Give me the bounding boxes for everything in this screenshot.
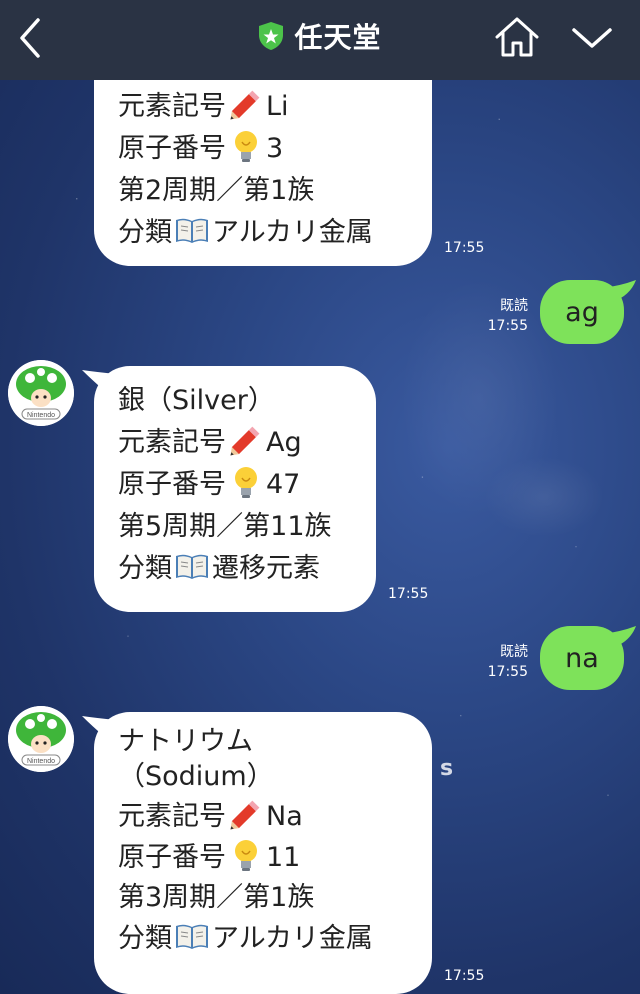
chat-title: 任天堂 xyxy=(294,21,382,54)
message-line: 分類 アルカリ金属 xyxy=(118,212,408,254)
read-receipt: 既読 17:55 xyxy=(487,298,528,334)
avatar[interactable]: Nintendo xyxy=(8,360,74,426)
menu-toggle-button[interactable] xyxy=(570,24,614,54)
message-line: 分類 遷移元素 xyxy=(118,548,352,590)
bubble-tail xyxy=(82,716,116,738)
message-line: 分類 アルカリ金属 xyxy=(118,918,408,959)
bubble-tail xyxy=(82,370,116,392)
message-line: 元素記号 Na xyxy=(118,796,408,837)
pencil-icon xyxy=(230,800,260,830)
message-line: ナトリウム xyxy=(118,726,253,757)
message-line: 第2周期／第1族 xyxy=(118,175,315,206)
avatar[interactable]: Nintendo xyxy=(8,706,74,772)
home-icon xyxy=(495,17,539,57)
lightbulb-icon xyxy=(235,131,257,162)
message-bubble-incoming[interactable]: 銀（Silver） 元素記号 Ag 原子番号 47 第5周期／第11族 分類 遷移元素 xyxy=(82,366,376,612)
message-time: 17:55 xyxy=(444,240,485,256)
message-line: 原子番号 3 xyxy=(118,128,408,170)
message-bubble-incoming[interactable]: 元素記号 Li 原子番号 3 第2周期／第1族 分類 アルカリ金属 xyxy=(94,80,432,266)
message-bubble-incoming[interactable]: ナトリウム （Sodium） 元素記号 Na 原子番号 11 第3周期／第1族 分類… xyxy=(82,712,432,994)
message-line: 元素記号 Li xyxy=(118,86,408,128)
avatar-label: Nintendo xyxy=(27,412,55,419)
message-line: 原子番号 11 xyxy=(118,837,408,878)
message-bubble-outgoing[interactable]: na xyxy=(540,626,636,690)
message-line: 元素記号 Ag xyxy=(118,422,352,464)
message-time: 17:55 xyxy=(444,968,485,984)
message-bubble-outgoing[interactable]: ag xyxy=(540,280,636,344)
pencil-icon xyxy=(230,426,260,456)
bubble-tail xyxy=(602,280,636,302)
read-receipt: 既読 17:55 xyxy=(487,644,528,680)
message-line: 第3周期／第1族 xyxy=(118,882,315,913)
green-shield-star-icon xyxy=(259,22,284,50)
toad-avatar-icon: Nintendo xyxy=(8,706,74,772)
message-text: ag xyxy=(565,296,599,328)
message-time: 17:55 xyxy=(388,586,429,602)
book-icon xyxy=(176,924,208,949)
message-line: （Sodium） xyxy=(118,761,274,792)
message-line: 原子番号 47 xyxy=(118,464,352,506)
toad-avatar-icon: Nintendo xyxy=(8,360,74,426)
book-icon xyxy=(176,218,208,243)
message-line: 第5周期／第11族 xyxy=(118,511,332,542)
chat-header: 任天堂 xyxy=(0,0,640,80)
lightbulb-icon xyxy=(235,467,257,498)
message-text: na xyxy=(565,642,599,674)
pencil-icon xyxy=(230,90,260,120)
avatar-label: Nintendo xyxy=(27,758,55,765)
bubble-tail xyxy=(602,626,636,648)
chevron-down-icon xyxy=(572,28,612,48)
message-list[interactable]: 元素記号 Li 原子番号 3 第2周期／第1族 分類 アルカリ金属 17:55 既読 1… xyxy=(0,80,640,994)
lightbulb-icon xyxy=(235,840,257,871)
message-line: 銀（Silver） xyxy=(118,385,275,416)
home-button[interactable] xyxy=(494,16,540,58)
book-icon xyxy=(176,554,208,579)
